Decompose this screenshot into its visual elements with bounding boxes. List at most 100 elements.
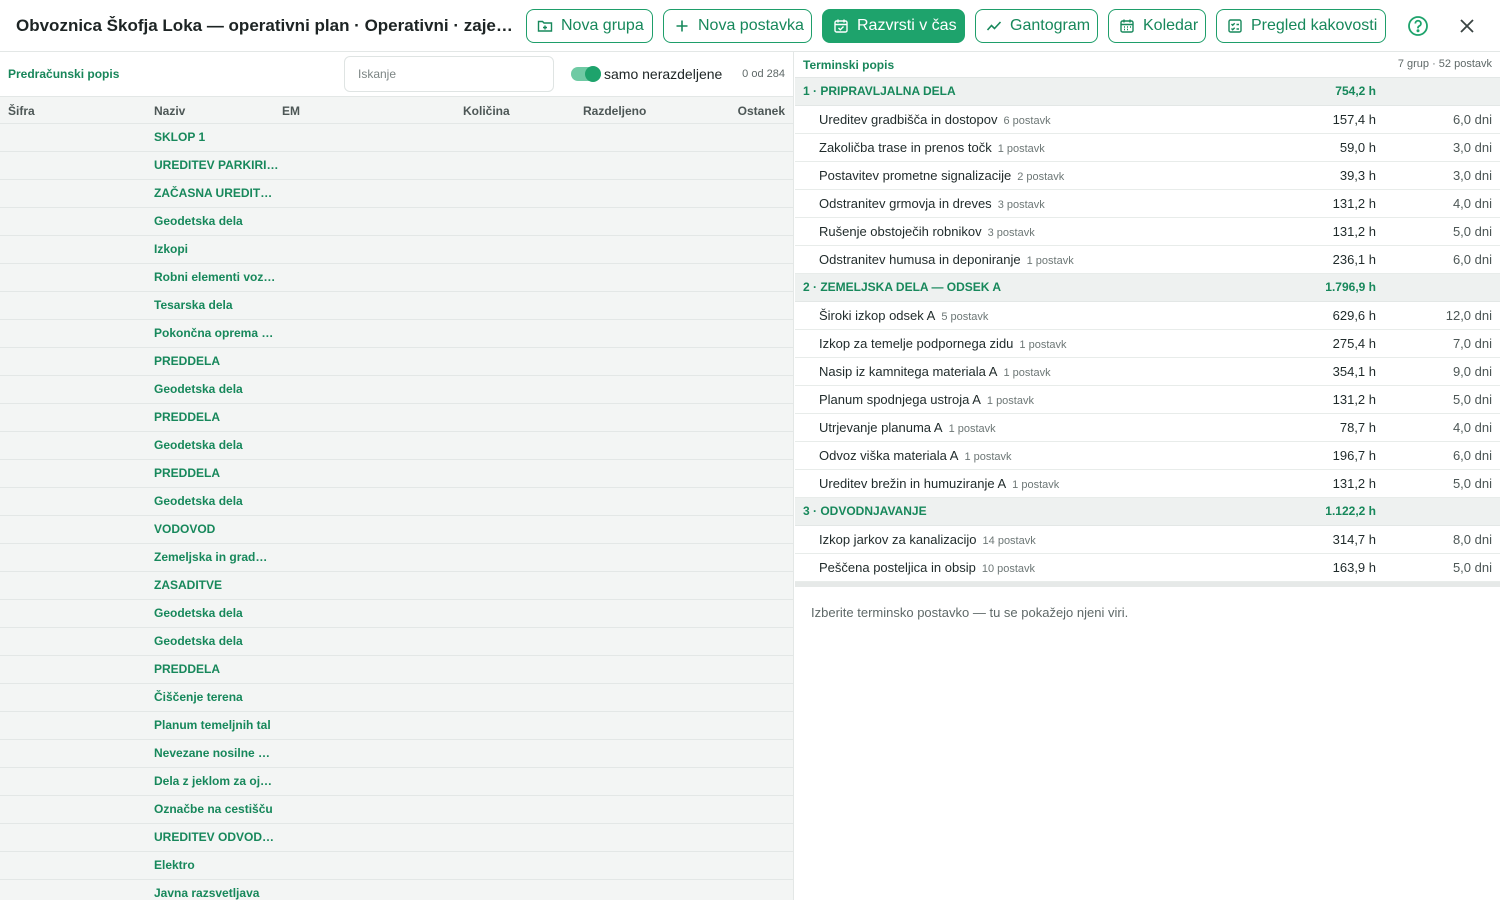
gantt-button[interactable]: Gantogram: [975, 9, 1098, 43]
budget-group-row[interactable]: PREDDELA: [0, 348, 793, 376]
schedule-item-days: 5,0 dni: [1452, 560, 1492, 575]
schedule-item-days: 3,0 dni: [1452, 168, 1492, 183]
column-remaining[interactable]: Ostanek: [738, 104, 785, 118]
schedule-item-hours: 131,2 h: [1332, 196, 1376, 211]
schedule-item-row[interactable]: Odstranitev humusa in deponiranje 1 posta…: [795, 246, 1500, 274]
budget-group-row[interactable]: Izkopi: [0, 236, 793, 264]
budget-group-row[interactable]: UREDITEV ODVOD…: [0, 824, 793, 852]
schedule-item-name: Peščena posteljica in obsip: [819, 560, 976, 575]
budget-group-row[interactable]: SKLOP 1: [0, 124, 793, 152]
schedule-item-row[interactable]: Odvoz viška materiala A 1 postavk 196,7 h 6…: [795, 442, 1500, 470]
schedule-item-row[interactable]: Planum spodnjega ustroja A 1 postavk 131,2…: [795, 386, 1500, 414]
schedule-item-count: 10 postavk: [981, 563, 1036, 575]
budget-group-row[interactable]: Javna razsvetljava: [0, 880, 793, 900]
schedule-item-row[interactable]: Široki izkop odsek A 5 postavk 629,6 h 12,0…: [795, 302, 1500, 330]
budget-group-name: UREDITEV PARKIRI…: [154, 158, 279, 172]
budget-group-row[interactable]: Geodetska dela: [0, 376, 793, 404]
budget-group-row[interactable]: VODOVOD: [0, 516, 793, 544]
budget-group-row[interactable]: Tesarska dela: [0, 292, 793, 320]
schedule-item-row[interactable]: Ureditev brežin in humuziranje A 1 postav…: [795, 470, 1500, 498]
schedule-item-days: 8,0 dni: [1452, 532, 1492, 547]
schedule-item-row[interactable]: Postavitev prometne signalizacije 2 posta…: [795, 162, 1500, 190]
schedule-item-name: Odstranitev grmovja in dreves: [819, 196, 992, 211]
column-quantity[interactable]: Količina: [463, 104, 510, 118]
budget-group-row[interactable]: Pokončna oprema …: [0, 320, 793, 348]
new-group-label: Nova grupa: [561, 17, 644, 34]
budget-group-name: Elektro: [154, 858, 195, 872]
budget-group-row[interactable]: PREDDELA: [0, 656, 793, 684]
budget-group-row[interactable]: Označbe na cestišču: [0, 796, 793, 824]
budget-group-row[interactable]: PREDDELA: [0, 460, 793, 488]
schedule-item-days: 6,0 dni: [1452, 252, 1492, 267]
schedule-item-hours: 157,4 h: [1332, 112, 1376, 127]
schedule-item-days: 4,0 dni: [1452, 420, 1492, 435]
budget-group-row[interactable]: Planum temeljnih tal: [0, 712, 793, 740]
schedule-group-row[interactable]: 2 · ZEMELJSKA DELA — ODSEK A 1.796,9 h: [795, 274, 1500, 302]
budget-group-row[interactable]: Geodetska dela: [0, 628, 793, 656]
budget-group-row[interactable]: Robni elementi voz…: [0, 264, 793, 292]
budget-group-name: Javna razsvetljava: [154, 886, 260, 900]
schedule-list-panel: Terminski popis 7 grup · 52 postavk 1 · …: [795, 52, 1500, 900]
schedule-item-hours: 196,7 h: [1332, 448, 1376, 463]
new-group-button[interactable]: Nova grupa: [526, 9, 653, 43]
schedule-item-name: Izkop za temelje podpornega zidu: [819, 336, 1014, 351]
budget-group-row[interactable]: PREDDELA: [0, 404, 793, 432]
budget-group-row[interactable]: Zemeljska in grad…: [0, 544, 793, 572]
schedule-item-hours: 236,1 h: [1332, 252, 1376, 267]
schedule-item-row[interactable]: Izkop za temelje podpornega zidu 1 postav…: [795, 330, 1500, 358]
schedule-group-name: 2 · ZEMELJSKA DELA — ODSEK A: [803, 280, 1002, 294]
schedule-item-row[interactable]: Utrjevanje planuma A 1 postavk 78,7 h 4,0 d…: [795, 414, 1500, 442]
budget-group-row[interactable]: Geodetska dela: [0, 432, 793, 460]
budget-group-row[interactable]: UREDITEV PARKIRI…: [0, 152, 793, 180]
schedule-item-name: Zakoličba trase in prenos točk: [819, 140, 992, 155]
budget-group-row[interactable]: Nevezane nosilne …: [0, 740, 793, 768]
assigned-count: 0 od 284: [742, 68, 785, 80]
schedule-item-row[interactable]: Odstranitev grmovja in dreves 3 postavk 13…: [795, 190, 1500, 218]
schedule-item-row[interactable]: Izkop jarkov za kanalizacijo 14 postavk 31…: [795, 526, 1500, 554]
budget-group-row[interactable]: ZASADITVE: [0, 572, 793, 600]
schedule-list-header: Terminski popis 7 grup · 52 postavk: [795, 52, 1500, 78]
schedule-group-row[interactable]: 3 · ODVODNJAVANJE 1.122,2 h: [795, 498, 1500, 526]
budget-group-row[interactable]: Geodetska dela: [0, 600, 793, 628]
budget-group-row[interactable]: Čiščenje terena: [0, 684, 793, 712]
new-item-button[interactable]: Nova postavka: [663, 9, 812, 43]
schedule-item-count: 1 postavk: [1019, 339, 1067, 351]
budget-group-row[interactable]: Geodetska dela: [0, 208, 793, 236]
close-button[interactable]: [1454, 13, 1480, 39]
schedule-item-row[interactable]: Rušenje obstoječih robnikov 3 postavk 131,…: [795, 218, 1500, 246]
schedule-item-name: Nasip iz kamnitega materiala A: [819, 364, 998, 379]
schedule-item-row[interactable]: Zakoličba trase in prenos točk 1 postavk 5…: [795, 134, 1500, 162]
budget-group-name: Zemeljska in grad…: [154, 550, 268, 564]
budget-group-row[interactable]: Geodetska dela: [0, 488, 793, 516]
schedule-item-name: Odvoz viška materiala A: [819, 448, 959, 463]
budget-group-name: Izkopi: [154, 242, 189, 256]
schedule-item-count: 3 postavk: [987, 227, 1035, 239]
quality-review-button[interactable]: Pregled kakovosti: [1216, 9, 1386, 43]
calendar-button[interactable]: Koledar: [1108, 9, 1206, 43]
checklist-icon: [1228, 19, 1242, 33]
column-unit[interactable]: EM: [282, 104, 300, 118]
unassigned-only-label: samo nerazdeljene: [604, 66, 723, 82]
schedule-item-name: Utrjevanje planuma A: [819, 420, 943, 435]
trend-line-icon: [986, 21, 1002, 31]
search-input[interactable]: [344, 56, 554, 92]
help-button[interactable]: [1405, 13, 1431, 39]
column-name[interactable]: Naziv: [154, 104, 185, 118]
schedule-group-row[interactable]: 1 · PRIPRAVLJALNA DELA 754,2 h: [795, 78, 1500, 106]
schedule-button[interactable]: Razvrsti v čas: [822, 9, 965, 43]
budget-group-row[interactable]: Elektro: [0, 852, 793, 880]
schedule-item-label: Postavitev prometne signalizacije 2 posta…: [819, 168, 1064, 183]
schedule-item-hours: 131,2 h: [1332, 224, 1376, 239]
schedule-item-days: 3,0 dni: [1452, 140, 1492, 155]
schedule-group-hours: 754,2 h: [1335, 84, 1376, 98]
column-code[interactable]: Šifra: [8, 104, 35, 118]
column-assigned[interactable]: Razdeljeno: [583, 104, 646, 118]
unassigned-only-toggle[interactable]: [571, 66, 601, 82]
schedule-item-row[interactable]: Peščena posteljica in obsip 10 postavk 163…: [795, 554, 1500, 582]
schedule-item-label: Izkop za temelje podpornega zidu 1 postav…: [819, 336, 1067, 351]
budget-group-row[interactable]: ZAČASNA UREDIT…: [0, 180, 793, 208]
schedule-item-row[interactable]: Ureditev gradbišča in dostopov 6 postavk 1…: [795, 106, 1500, 134]
budget-group-row[interactable]: Dela z jeklom za oj…: [0, 768, 793, 796]
schedule-item-row[interactable]: Nasip iz kamnitega materiala A 1 postavk 3…: [795, 358, 1500, 386]
calendar-label: Koledar: [1143, 17, 1199, 34]
